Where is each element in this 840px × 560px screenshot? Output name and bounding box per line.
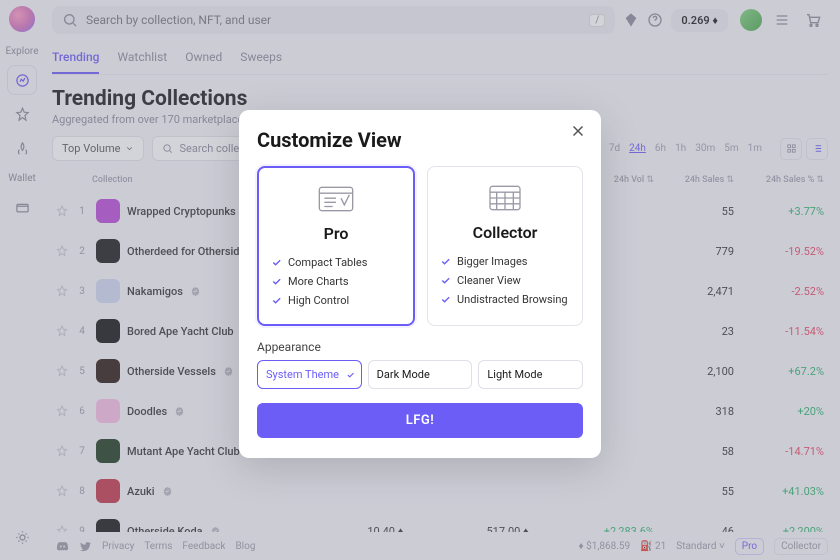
feature-item: Compact Tables	[271, 253, 401, 272]
check-icon	[271, 276, 282, 287]
check-icon	[346, 370, 355, 379]
check-icon	[440, 256, 451, 267]
theme-option-system-theme[interactable]: System Theme	[257, 360, 362, 389]
feature-item: Undistracted Browsing	[440, 290, 570, 309]
pro-view-icon	[316, 182, 356, 216]
view-card-collector-title: Collector	[440, 223, 570, 242]
view-card-collector[interactable]: Collector Bigger ImagesCleaner ViewUndis…	[427, 166, 583, 326]
close-icon[interactable]	[569, 122, 587, 140]
check-icon	[440, 294, 451, 305]
confirm-button[interactable]: LFG!	[257, 403, 583, 438]
customize-view-modal: Customize View Pro Compact TablesMore Ch…	[239, 110, 601, 458]
modal-title: Customize View	[257, 128, 583, 152]
appearance-label: Appearance	[257, 340, 583, 354]
view-card-pro[interactable]: Pro Compact TablesMore ChartsHigh Contro…	[257, 166, 415, 326]
collector-view-icon	[485, 181, 525, 215]
check-icon	[271, 257, 282, 268]
theme-option-light-mode[interactable]: Light Mode	[478, 360, 583, 389]
feature-item: Cleaner View	[440, 271, 570, 290]
check-icon	[440, 275, 451, 286]
check-icon	[271, 295, 282, 306]
feature-item: High Control	[271, 291, 401, 310]
theme-option-dark-mode[interactable]: Dark Mode	[368, 360, 473, 389]
feature-item: More Charts	[271, 272, 401, 291]
feature-item: Bigger Images	[440, 252, 570, 271]
view-card-pro-title: Pro	[271, 224, 401, 243]
